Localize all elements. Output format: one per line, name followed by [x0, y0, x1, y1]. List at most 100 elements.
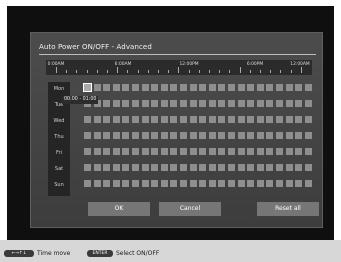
- schedule-cell-wed-18[interactable]: [256, 116, 264, 123]
- schedule-cell-mon-2[interactable]: [103, 84, 111, 91]
- schedule-cell-wed-13[interactable]: [208, 116, 216, 123]
- schedule-cell-sun-16[interactable]: [237, 180, 245, 187]
- schedule-cell-wed-23[interactable]: [304, 116, 312, 123]
- schedule-cell-fri-9[interactable]: [170, 148, 178, 155]
- schedule-cell-tue-19[interactable]: [266, 100, 274, 107]
- schedule-cell-wed-6[interactable]: [141, 116, 149, 123]
- schedule-cell-sun-23[interactable]: [304, 180, 312, 187]
- schedule-cell-wed-20[interactable]: [276, 116, 283, 123]
- schedule-cell-tue-14[interactable]: [218, 100, 226, 107]
- schedule-cell-fri-14[interactable]: [218, 148, 226, 155]
- schedule-cell-mon-16[interactable]: [237, 84, 245, 91]
- schedule-cell-thu-15[interactable]: [228, 132, 235, 139]
- schedule-cell-thu-9[interactable]: [170, 132, 178, 139]
- schedule-cell-fri-16[interactable]: [237, 148, 245, 155]
- schedule-cell-sun-7[interactable]: [151, 180, 159, 187]
- schedule-cell-sun-17[interactable]: [247, 180, 255, 187]
- schedule-cell-tue-5[interactable]: [132, 100, 139, 107]
- schedule-cell-thu-21[interactable]: [285, 132, 293, 139]
- schedule-cell-fri-22[interactable]: [295, 148, 303, 155]
- schedule-cell-sat-4[interactable]: [122, 164, 130, 171]
- schedule-cell-wed-8[interactable]: [160, 116, 168, 123]
- schedule-cell-mon-8[interactable]: [160, 84, 168, 91]
- schedule-cell-tue-18[interactable]: [256, 100, 264, 107]
- schedule-cell-sun-3[interactable]: [112, 180, 120, 187]
- schedule-cell-fri-18[interactable]: [256, 148, 264, 155]
- schedule-cell-fri-13[interactable]: [208, 148, 216, 155]
- schedule-cell-sat-11[interactable]: [189, 164, 197, 171]
- schedule-cell-mon-18[interactable]: [256, 84, 264, 91]
- schedule-cell-sun-9[interactable]: [170, 180, 178, 187]
- schedule-cell-tue-7[interactable]: [151, 100, 159, 107]
- cancel-button[interactable]: Cancel: [159, 202, 221, 216]
- schedule-cell-sat-17[interactable]: [247, 164, 255, 171]
- schedule-cell-tue-4[interactable]: [122, 100, 130, 107]
- schedule-cell-thu-14[interactable]: [218, 132, 226, 139]
- schedule-cell-tue-3[interactable]: [112, 100, 120, 107]
- schedule-cell-mon-0[interactable]: [83, 83, 92, 92]
- schedule-cell-wed-9[interactable]: [170, 116, 178, 123]
- schedule-cell-sun-15[interactable]: [228, 180, 235, 187]
- schedule-cell-thu-22[interactable]: [295, 132, 303, 139]
- schedule-cell-mon-6[interactable]: [141, 84, 149, 91]
- schedule-cell-sat-19[interactable]: [266, 164, 274, 171]
- schedule-cell-fri-10[interactable]: [180, 148, 187, 155]
- schedule-cell-thu-0[interactable]: [84, 132, 91, 139]
- schedule-cell-tue-8[interactable]: [160, 100, 168, 107]
- schedule-cell-thu-17[interactable]: [247, 132, 255, 139]
- schedule-cell-mon-11[interactable]: [189, 84, 197, 91]
- schedule-cell-mon-7[interactable]: [151, 84, 159, 91]
- schedule-cell-tue-13[interactable]: [208, 100, 216, 107]
- schedule-cell-tue-20[interactable]: [276, 100, 283, 107]
- schedule-cell-fri-20[interactable]: [276, 148, 283, 155]
- schedule-cell-sat-0[interactable]: [84, 164, 91, 171]
- schedule-cell-thu-6[interactable]: [141, 132, 149, 139]
- schedule-cell-wed-15[interactable]: [228, 116, 235, 123]
- schedule-cell-wed-4[interactable]: [122, 116, 130, 123]
- schedule-cell-thu-1[interactable]: [93, 132, 101, 139]
- schedule-cell-fri-7[interactable]: [151, 148, 159, 155]
- schedule-cell-mon-17[interactable]: [247, 84, 255, 91]
- schedule-cell-sun-21[interactable]: [285, 180, 293, 187]
- schedule-cell-wed-3[interactable]: [112, 116, 120, 123]
- schedule-cell-tue-9[interactable]: [170, 100, 178, 107]
- schedule-cell-tue-15[interactable]: [228, 100, 235, 107]
- schedule-cell-sat-20[interactable]: [276, 164, 283, 171]
- schedule-cell-sun-11[interactable]: [189, 180, 197, 187]
- schedule-cell-fri-6[interactable]: [141, 148, 149, 155]
- schedule-cell-tue-10[interactable]: [180, 100, 187, 107]
- schedule-cell-sat-8[interactable]: [160, 164, 168, 171]
- schedule-cell-thu-2[interactable]: [103, 132, 111, 139]
- schedule-cell-sat-2[interactable]: [103, 164, 111, 171]
- reset-all-button[interactable]: Reset all: [257, 202, 319, 216]
- schedule-cell-sun-6[interactable]: [141, 180, 149, 187]
- schedule-cell-mon-19[interactable]: [266, 84, 274, 91]
- schedule-cell-tue-11[interactable]: [189, 100, 197, 107]
- schedule-cell-sat-23[interactable]: [304, 164, 312, 171]
- schedule-cell-thu-23[interactable]: [304, 132, 312, 139]
- schedule-cell-mon-5[interactable]: [132, 84, 139, 91]
- schedule-cell-sun-4[interactable]: [122, 180, 130, 187]
- schedule-cell-wed-10[interactable]: [180, 116, 187, 123]
- schedule-cell-tue-17[interactable]: [247, 100, 255, 107]
- schedule-cell-sat-6[interactable]: [141, 164, 149, 171]
- schedule-cell-wed-19[interactable]: [266, 116, 274, 123]
- schedule-cell-mon-13[interactable]: [208, 84, 216, 91]
- schedule-cell-mon-10[interactable]: [180, 84, 187, 91]
- schedule-cell-sat-12[interactable]: [199, 164, 207, 171]
- schedule-cell-fri-8[interactable]: [160, 148, 168, 155]
- schedule-cell-tue-16[interactable]: [237, 100, 245, 107]
- schedule-cell-sat-10[interactable]: [180, 164, 187, 171]
- schedule-cell-tue-21[interactable]: [285, 100, 293, 107]
- schedule-cell-fri-4[interactable]: [122, 148, 130, 155]
- schedule-cell-mon-4[interactable]: [122, 84, 130, 91]
- schedule-cell-sun-22[interactable]: [295, 180, 303, 187]
- schedule-cell-sat-22[interactable]: [295, 164, 303, 171]
- schedule-cell-thu-7[interactable]: [151, 132, 159, 139]
- schedule-cell-thu-19[interactable]: [266, 132, 274, 139]
- schedule-cell-tue-6[interactable]: [141, 100, 149, 107]
- schedule-cell-sun-5[interactable]: [132, 180, 139, 187]
- schedule-cell-mon-20[interactable]: [276, 84, 283, 91]
- schedule-cell-mon-15[interactable]: [228, 84, 235, 91]
- schedule-cell-sun-18[interactable]: [256, 180, 264, 187]
